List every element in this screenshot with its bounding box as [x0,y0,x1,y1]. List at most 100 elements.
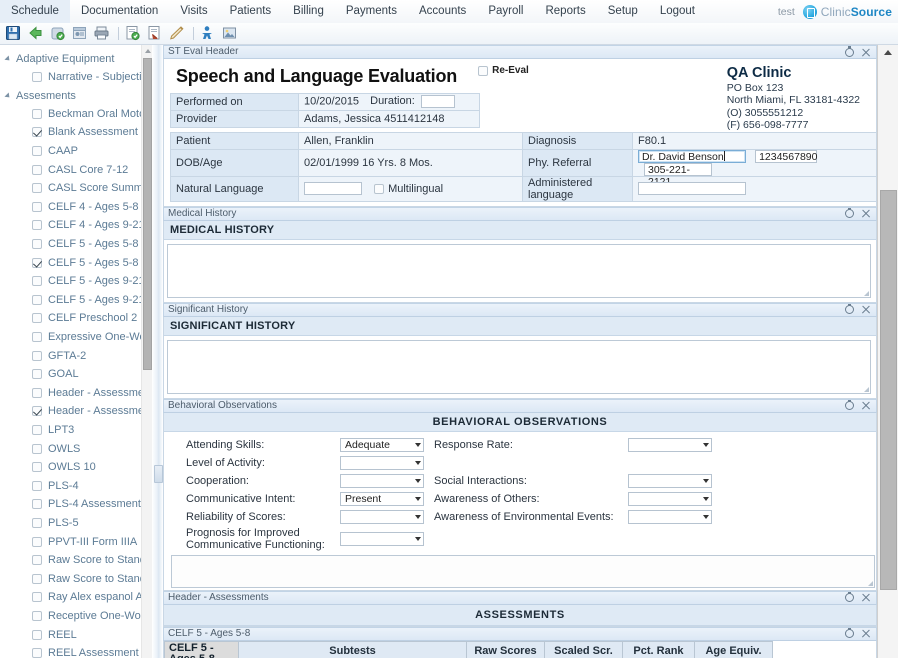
gear-icon[interactable] [845,591,854,602]
behavioral-right-select[interactable] [628,509,712,524]
behavioral-observations-notes-textarea[interactable] [171,554,875,588]
tree-item-checkbox[interactable] [32,387,42,398]
tree-item-checkbox[interactable] [32,555,42,566]
tree-item-checkbox[interactable] [32,629,42,640]
tree-item[interactable]: CASL Core 7-12 [0,160,152,179]
tree-item-checkbox[interactable] [32,239,42,250]
contacts-icon[interactable] [71,25,90,43]
close-icon[interactable] [861,48,870,57]
tree-item-checkbox[interactable] [32,536,42,547]
tree-item[interactable]: Ray Alex espanol Assesmer [0,588,152,607]
tree-item[interactable]: PLS-5 [0,514,152,533]
natural-language-input[interactable] [304,182,362,195]
tree-item-checkbox[interactable] [32,332,42,343]
tree-item-checkbox[interactable] [32,369,42,380]
approve-document-icon[interactable] [124,25,143,43]
tree-item[interactable]: Blank Assessment [0,123,152,142]
tree-item-checkbox[interactable] [32,146,42,157]
tree-item[interactable]: PLS-4 Assessment [0,495,152,514]
tree-item-checkbox[interactable] [32,313,42,324]
expand-triangle-icon[interactable] [4,55,12,63]
edit-pencil-icon[interactable] [168,25,187,43]
tree-item-checkbox[interactable] [32,276,42,287]
tree-item[interactable]: OWLS [0,439,152,458]
tree-item[interactable]: REEL Assessment [0,644,152,658]
behavioral-left-select[interactable] [340,473,424,488]
tree-item[interactable]: Expressive One-Word Pictu [0,328,152,347]
tree-item-checkbox[interactable] [32,294,42,305]
close-icon[interactable] [861,305,870,314]
tree-item[interactable]: CELF 5 - Ages 5-8 [0,235,152,254]
gear-icon[interactable] [845,627,854,638]
tree-item[interactable]: Narrative - Subjective [0,68,152,87]
splitter-grip[interactable] [154,465,163,483]
tree-item-checkbox[interactable] [32,127,42,138]
patient-icon[interactable] [199,25,218,43]
tree-item[interactable]: REEL [0,625,152,644]
tree-item-checkbox[interactable] [32,406,42,417]
tree-item[interactable]: PLS-4 [0,476,152,495]
medical-history-textarea[interactable] [167,243,871,298]
menu-item-payroll[interactable]: Payroll [477,0,534,23]
close-icon[interactable] [861,593,870,602]
reject-document-icon[interactable] [146,25,165,43]
tree-item[interactable]: Raw Score to Standard Sco [0,551,152,570]
menu-item-visits[interactable]: Visits [169,0,218,23]
behavioral-left-select[interactable] [340,509,424,524]
tree-item[interactable]: Header - Assessments [0,384,152,403]
behavioral-right-select[interactable] [628,473,712,488]
tree-item[interactable]: CELF 4 - Ages 9-21 [0,216,152,235]
save-icon[interactable] [5,25,24,43]
tree-group-assesments[interactable]: Assesments [0,87,152,105]
main-scrollbar[interactable] [877,45,898,658]
tree-item-checkbox[interactable] [32,201,42,212]
close-icon[interactable] [861,401,870,410]
tree-item-checkbox[interactable] [32,592,42,603]
duration-input[interactable] [420,95,455,108]
expand-triangle-icon[interactable] [4,92,12,100]
tree-item-checkbox[interactable] [32,108,42,119]
menu-item-schedule[interactable]: Schedule [0,0,70,23]
main-scroll-up-button[interactable] [878,45,898,60]
print-icon[interactable] [93,25,112,43]
behavioral-left-select[interactable] [340,531,424,546]
re-eval-checkbox-group[interactable]: Re-Eval [478,65,529,76]
tree-item[interactable]: LPT3 [0,421,152,440]
tree-item-checkbox[interactable] [32,164,42,175]
close-icon[interactable] [861,209,870,218]
menu-item-logout[interactable]: Logout [649,0,706,23]
menu-item-patients[interactable]: Patients [219,0,283,23]
tree-item-checkbox[interactable] [32,573,42,584]
sidebar-scrollbar-thumb[interactable] [143,58,152,370]
gear-icon[interactable] [845,303,854,314]
tree-item[interactable]: CELF 4 - Ages 5-8 [0,198,152,217]
tree-item-checkbox[interactable] [32,462,42,473]
tree-group-adaptive-equipment[interactable]: Adaptive Equipment [0,50,152,68]
multilingual-checkbox-group[interactable]: Multilingual [374,183,443,195]
menu-item-setup[interactable]: Setup [597,0,649,23]
tree-item-checkbox[interactable] [32,183,42,194]
behavioral-left-select[interactable] [340,455,424,470]
tree-item-checkbox[interactable] [32,424,42,435]
tree-item-checkbox[interactable] [32,350,42,361]
tree-item[interactable]: Beckman Oral Motor Evalua [0,105,152,124]
tree-item-checkbox[interactable] [32,480,42,491]
phy-referral-phone-input[interactable]: 305-221-2121 [644,162,712,188]
tree-item[interactable]: CELF 5 - Ages 9-21 [0,291,152,310]
significant-history-textarea[interactable] [167,339,871,394]
menu-item-documentation[interactable]: Documentation [70,0,169,23]
administered-language-input[interactable] [638,182,746,195]
tree-item[interactable]: GOAL [0,365,152,384]
tree-item-checkbox[interactable] [32,499,42,510]
tree-item-checkbox[interactable] [32,443,42,454]
behavioral-right-select[interactable] [628,491,712,506]
tree-item[interactable]: Receptive One-Word Pictu [0,607,152,626]
tree-item[interactable]: CAAP [0,142,152,161]
tree-item[interactable]: CELF Preschool 2 [0,309,152,328]
back-arrow-icon[interactable] [27,25,46,43]
tree-item-checkbox[interactable] [32,257,42,268]
tree-item-checkbox[interactable] [32,648,42,658]
gear-icon[interactable] [845,46,854,57]
main-scrollbar-thumb[interactable] [880,190,897,590]
tree-item[interactable]: Raw Score to Standard Sco [0,569,152,588]
